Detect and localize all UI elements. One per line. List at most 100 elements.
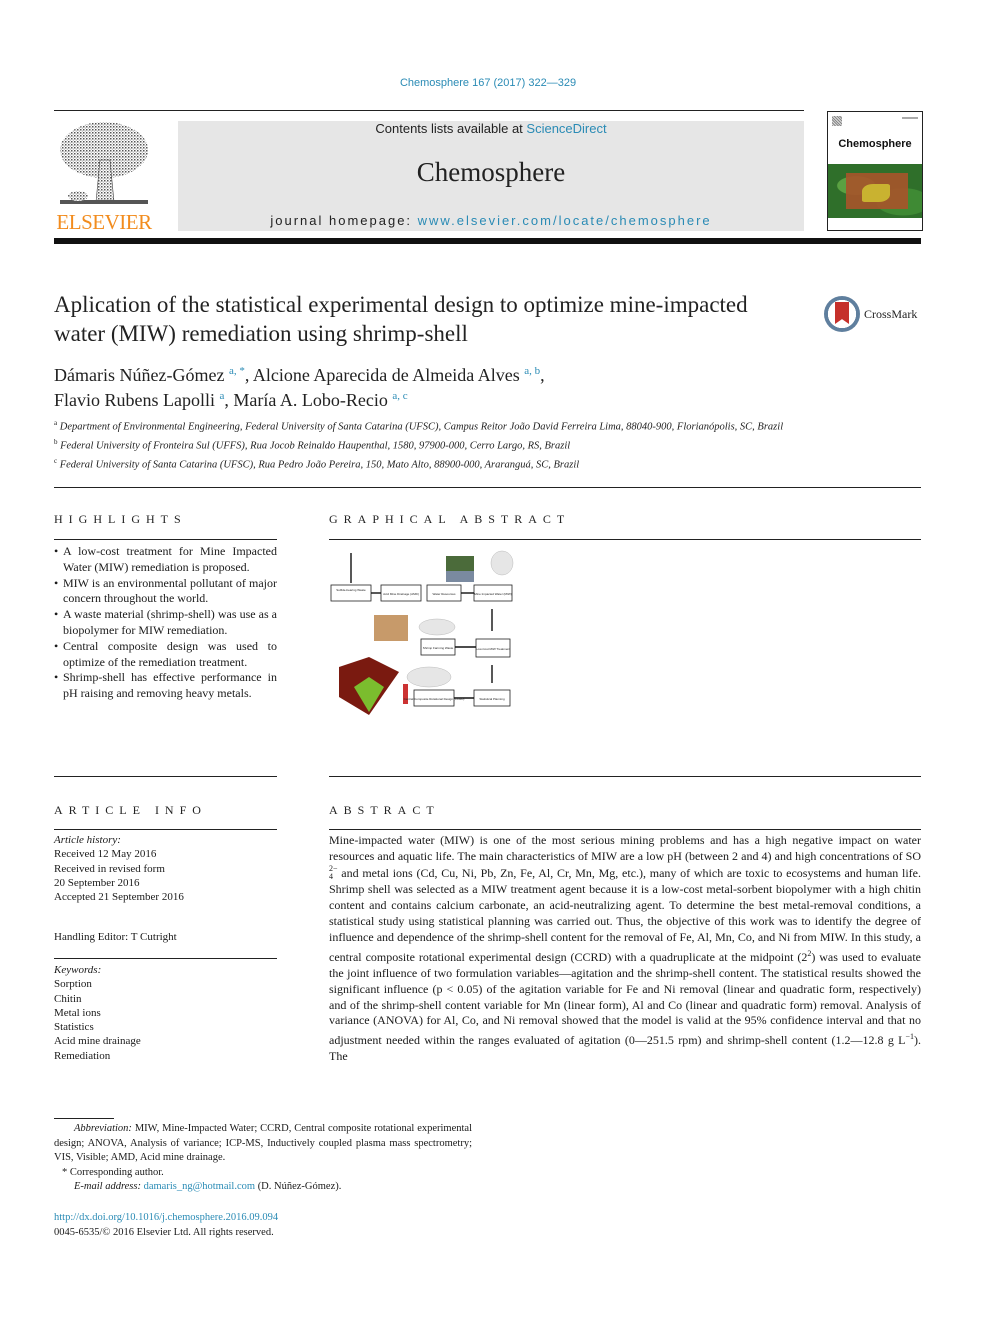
abstract-body: Mine-impacted water (MIW) is one of the …: [329, 833, 921, 1065]
author-separator: ,: [244, 365, 253, 385]
header-thick-rule: [54, 238, 921, 244]
affiliation-item: c Federal University of Santa Catarina (…: [54, 454, 794, 473]
ga-label: Sulfide-bearing Waste: [336, 588, 366, 592]
email-link[interactable]: damaris_ng@hotmail.com: [144, 1181, 255, 1192]
author-list: Dámaris Núñez-Gómez a, *, Alcione Aparec…: [54, 361, 834, 411]
contents-line: Contents lists available at ScienceDirec…: [178, 121, 804, 136]
affiliations: a Department of Environmental Engineerin…: [54, 416, 794, 473]
history-item: 20 September 2016: [54, 876, 140, 889]
elsevier-tree-icon: [60, 122, 148, 204]
author-affiliation-mark[interactable]: a, b: [524, 365, 540, 377]
doi-block: http://dx.doi.org/10.1016/j.chemosphere.…: [54, 1210, 474, 1240]
keyword-item: Chitin: [54, 992, 82, 1005]
article-info-rule: [54, 829, 277, 830]
affiliation-text: Federal University of Fronteira Sul (UFF…: [60, 440, 571, 452]
copyright-notice: 0045-6535/© 2016 Elsevier Ltd. All right…: [54, 1227, 274, 1238]
abbreviations-footnote: Abbreviation: MIW, Mine-Impacted Water; …: [54, 1122, 472, 1166]
footnotes: Abbreviation: MIW, Mine-Impacted Water; …: [54, 1122, 472, 1195]
homepage-link[interactable]: www.elsevier.com/locate/chemosphere: [418, 213, 712, 228]
cover-publisher-icon: [832, 116, 842, 126]
history-item: Received 12 May 2016: [54, 848, 157, 861]
author-affiliation-mark[interactable]: a, *: [229, 365, 245, 377]
affiliation-mark: b: [54, 438, 58, 446]
contents-prefix: Contents lists available at: [375, 121, 527, 136]
journal-citation-link[interactable]: Chemosphere 167 (2017) 322—329: [0, 77, 976, 89]
ga-label: Mine Impacted Water (MIW): [474, 592, 511, 596]
ga-bubble: [406, 666, 452, 688]
author-affiliation-mark[interactable]: a, c: [392, 390, 407, 402]
homepage-prefix: journal homepage:: [270, 213, 418, 228]
highlights-list: A low-cost treatment for Mine Impacted W…: [54, 544, 277, 702]
author-name[interactable]: María A. Lobo-Recio: [233, 390, 387, 410]
abstract-heading: ABSTRACT: [329, 803, 440, 817]
doi-link[interactable]: http://dx.doi.org/10.1016/j.chemosphere.…: [54, 1210, 474, 1225]
cover-issn: [902, 117, 918, 119]
sulfate-subscript: 4: [329, 871, 333, 881]
superscript: −1: [905, 1032, 914, 1042]
keywords-label: Keywords:: [54, 964, 102, 976]
graphical-abstract-bottom-rule: [329, 776, 921, 777]
article-history: Article history: Received 12 May 2016 Re…: [54, 833, 277, 904]
highlight-item: MIW is an environmental pollutant of maj…: [54, 576, 277, 608]
abstract-text: ) was used to evaluate the joint influen…: [329, 949, 921, 1048]
highlights-heading: HIGHLIGHTS: [54, 512, 187, 526]
ga-photo-shrimp-shell: [374, 615, 408, 641]
history-label: Article history:: [54, 834, 121, 846]
highlights-rule: [54, 539, 277, 540]
ga-label: Central Composite Rotational Design (CCR…: [404, 697, 465, 701]
ga-label: Low-Cost MIW Treatment: [476, 647, 510, 651]
cover-leaves-art: [828, 164, 922, 218]
highlight-item: Shrimp-shell has effective performance i…: [54, 670, 277, 702]
author-name[interactable]: Alcione Aparecida de Almeida Alves: [253, 365, 520, 385]
graphical-abstract-rule: [329, 539, 921, 540]
history-item: Accepted 21 September 2016: [54, 891, 184, 904]
affiliation-mark: c: [54, 457, 58, 465]
handling-editor: Handling Editor: T Cutright: [54, 931, 177, 943]
email-suffix: (D. Núñez-Gómez).: [255, 1181, 342, 1192]
affiliation-text: Department of Environmental Engineering,…: [59, 421, 784, 433]
journal-name: Chemosphere: [416, 157, 566, 187]
highlight-item: Central composite design was used to opt…: [54, 639, 277, 671]
ga-bubble: [490, 550, 514, 576]
ga-label: Statistical Planning: [479, 697, 505, 701]
author-name[interactable]: Dámaris Núñez-Gómez: [54, 365, 224, 385]
highlight-item: A low-cost treatment for Mine Impacted W…: [54, 544, 277, 576]
footnote-rule: [54, 1118, 114, 1119]
affiliation-mark: a: [54, 419, 58, 427]
email-label: E-mail address:: [74, 1181, 141, 1192]
affiliation-text: Federal University of Santa Catarina (UF…: [59, 459, 580, 471]
cover-art-leaf: [862, 184, 890, 202]
email-footnote: E-mail address: damaris_ng@hotmail.com (…: [54, 1180, 472, 1195]
highlight-item: A waste material (shrimp-shell) was use …: [54, 607, 277, 639]
keyword-item: Remediation: [54, 1049, 111, 1062]
corresponding-author-note: * Corresponding author.: [62, 1166, 164, 1178]
author-name[interactable]: Flavio Rubens Lapolli: [54, 390, 215, 410]
keywords: Keywords: Sorption Chitin Metal ions Sta…: [54, 963, 277, 1063]
ga-bubble: [418, 618, 456, 636]
abstract-text: Mine-impacted water (MIW) is one of the …: [329, 833, 921, 863]
article-info-heading: ARTICLE INFO: [54, 803, 207, 817]
paper-title: Aplication of the statistical experiment…: [54, 292, 748, 346]
homepage-line: journal homepage: www.elsevier.com/locat…: [178, 213, 804, 228]
cover-title: Chemosphere: [838, 138, 912, 150]
ga-label: Shrimp Farming Waste: [423, 646, 454, 650]
section-divider: [54, 487, 921, 488]
affiliation-item: b Federal University of Fronteira Sul (U…: [54, 435, 794, 454]
ga-label: Water Resources: [432, 592, 456, 596]
highlights-bottom-rule: [54, 776, 277, 777]
keyword-item: Sorption: [54, 978, 92, 991]
crossmark-button[interactable]: CrossMark: [824, 296, 924, 336]
keyword-item: Metal ions: [54, 1006, 101, 1019]
keyword-item: Statistics: [54, 1021, 94, 1034]
keyword-item: Acid mine drainage: [54, 1035, 141, 1048]
author-separator: ,: [540, 365, 545, 385]
sulfate-formula: 2− 4: [329, 864, 338, 881]
sciencedirect-link[interactable]: ScienceDirect: [526, 121, 606, 136]
history-item: Received in revised form: [54, 862, 165, 875]
journal-cover-image[interactable]: Chemosphere: [827, 111, 923, 231]
ga-plot-legend: [403, 684, 408, 704]
graphical-abstract-figure[interactable]: Sulfide-bearing Waste Acid Mine Drainage…: [329, 547, 514, 722]
elsevier-wordmark: ELSEVIER: [56, 210, 152, 234]
affiliation-item: a Department of Environmental Engineerin…: [54, 416, 794, 435]
journal-banner: Contents lists available at ScienceDirec…: [178, 121, 804, 231]
